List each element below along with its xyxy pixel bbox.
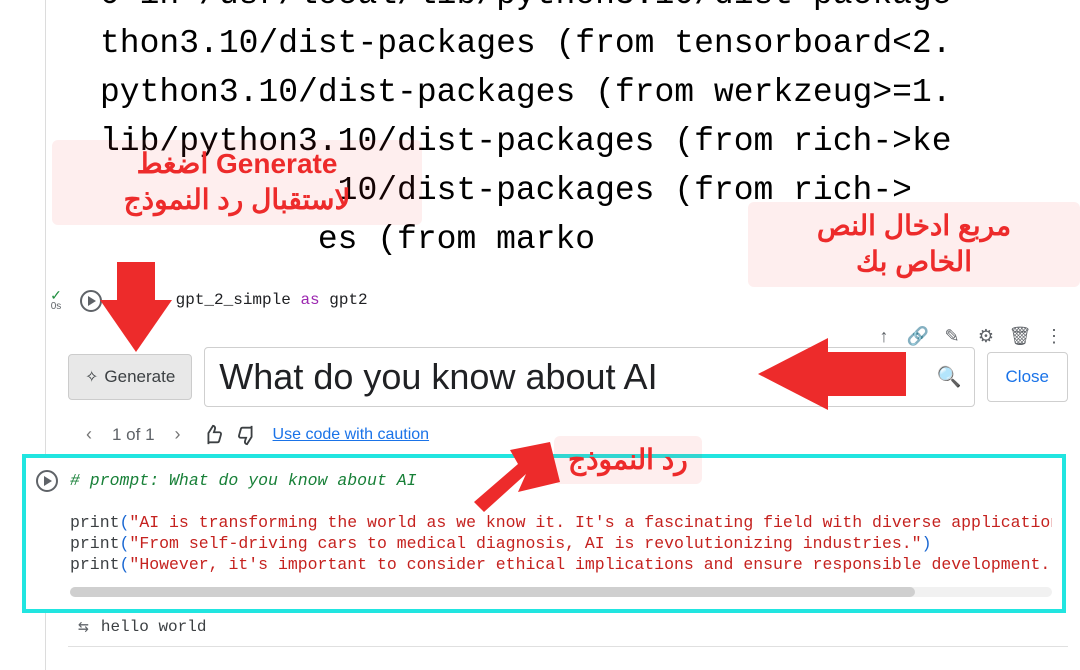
edit-icon[interactable]: ✎ [942, 326, 962, 346]
generate-row: ✧ Generate What do you know about AI 🔍 C… [68, 347, 1068, 407]
run-response-button[interactable] [36, 470, 58, 492]
horizontal-scrollbar[interactable] [70, 587, 1052, 597]
module-name: gpt_2_simple [166, 291, 300, 309]
variable-inspector-icon[interactable]: ⇆ [78, 616, 89, 638]
arrow-stem-1 [117, 262, 155, 304]
link-icon[interactable]: 🔗 [908, 326, 928, 346]
annotation-generate: اضغط Generate لاستقبال رد النموذج [52, 140, 422, 225]
cell-time: 0s [51, 301, 62, 312]
run-cell-button[interactable] [80, 290, 102, 312]
more-icon[interactable]: ⋮ [1044, 326, 1064, 346]
search-icon[interactable]: 🔍 [937, 365, 962, 390]
arrow-response [472, 436, 562, 526]
arrow-down-generate [100, 300, 172, 352]
thumbs-up-icon[interactable] [201, 423, 225, 447]
suggestion-nav: ‹ 1 of 1 › Use code with caution [80, 422, 429, 447]
as-keyword: as [300, 291, 319, 309]
use-caution-link[interactable]: Use code with caution [273, 426, 430, 444]
generate-button[interactable]: ✧ Generate [68, 354, 192, 400]
arrow-left-input [758, 338, 828, 410]
play-icon [44, 476, 52, 486]
prev-suggestion[interactable]: ‹ [80, 422, 98, 447]
arrow-stem-2 [826, 352, 906, 396]
scrollbar-thumb[interactable] [70, 587, 915, 597]
alias-name: gpt2 [320, 291, 368, 309]
delete-icon[interactable]: 🗑 [1010, 326, 1030, 346]
thumbs-down-icon[interactable] [235, 423, 259, 447]
prompt-text: What do you know about AI [219, 356, 657, 397]
hello-world-output: hello world [101, 618, 207, 636]
generate-label: Generate [104, 367, 175, 387]
cell-toolbar: ↑ 🔗 ✎ ⚙ 🗑 ⋮ [870, 322, 1068, 350]
cell-status: ✓ 0s [48, 289, 64, 312]
suggestion-counter: 1 of 1 [112, 425, 155, 445]
cell-divider [68, 646, 1068, 647]
close-button[interactable]: Close [987, 352, 1068, 402]
annotation-response: رد النموذج [554, 436, 702, 484]
move-up-icon[interactable]: ↑ [874, 326, 894, 346]
settings-icon[interactable]: ⚙ [976, 326, 996, 346]
check-icon: ✓ [48, 289, 64, 301]
annotation-input: مربع ادخال النص الخاص بك [748, 202, 1080, 287]
spark-icon: ✧ [85, 367, 98, 387]
play-icon [88, 296, 96, 306]
output-below: ⇆ hello world [78, 616, 206, 638]
next-suggestion[interactable]: › [169, 422, 187, 447]
